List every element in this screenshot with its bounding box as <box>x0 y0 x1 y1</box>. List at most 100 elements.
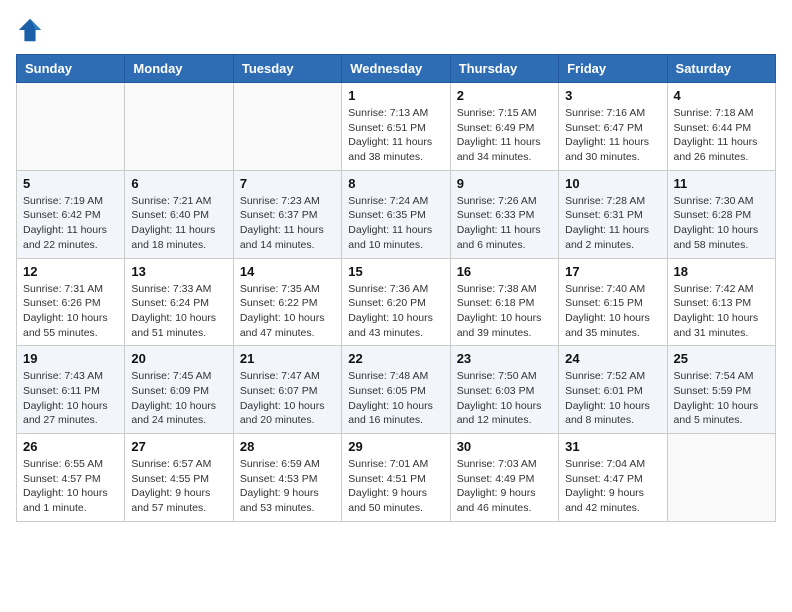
day-number: 2 <box>457 88 552 103</box>
day-number: 8 <box>348 176 443 191</box>
page-header <box>16 16 776 44</box>
calendar-cell: 2 Sunrise: 7:15 AM Sunset: 6:49 PM Daylig… <box>450 83 558 171</box>
calendar-cell <box>667 434 775 522</box>
day-info: Sunrise: 7:15 AM Sunset: 6:49 PM Dayligh… <box>457 106 552 165</box>
calendar-cell <box>125 83 233 171</box>
calendar-cell: 26Sunrise: 6:55 AM Sunset: 4:57 PM Dayli… <box>17 434 125 522</box>
day-number: 11 <box>674 176 769 191</box>
day-info: Sunrise: 7:40 AM Sunset: 6:15 PM Dayligh… <box>565 282 660 341</box>
day-number: 26 <box>23 439 118 454</box>
day-info: Sunrise: 7:33 AM Sunset: 6:24 PM Dayligh… <box>131 282 226 341</box>
calendar-header-row: SundayMondayTuesdayWednesdayThursdayFrid… <box>17 55 776 83</box>
logo <box>16 16 48 44</box>
calendar-cell: 9 Sunrise: 7:26 AM Sunset: 6:33 PM Daylig… <box>450 170 558 258</box>
day-info: Sunrise: 7:23 AM Sunset: 6:37 PM Dayligh… <box>240 194 335 253</box>
day-info: Sunrise: 7:28 AM Sunset: 6:31 PM Dayligh… <box>565 194 660 253</box>
calendar-cell: 28 Sunrise: 6:59 AM Sunset: 4:53 PM Dayli… <box>233 434 341 522</box>
day-info: Sunrise: 6:57 AM Sunset: 4:55 PM Dayligh… <box>131 457 226 516</box>
calendar-cell: 4Sunrise: 7:18 AM Sunset: 6:44 PM Daylig… <box>667 83 775 171</box>
calendar-cell: 18 Sunrise: 7:42 AM Sunset: 6:13 PM Dayli… <box>667 258 775 346</box>
calendar-cell: 5 Sunrise: 7:19 AM Sunset: 6:42 PM Daylig… <box>17 170 125 258</box>
calendar-cell: 31 Sunrise: 7:04 AM Sunset: 4:47 PM Dayli… <box>559 434 667 522</box>
day-info: Sunrise: 7:21 AM Sunset: 6:40 PM Dayligh… <box>131 194 226 253</box>
day-number: 7 <box>240 176 335 191</box>
calendar-cell: 3 Sunrise: 7:16 AM Sunset: 6:47 PM Daylig… <box>559 83 667 171</box>
day-info: Sunrise: 6:59 AM Sunset: 4:53 PM Dayligh… <box>240 457 335 516</box>
day-number: 1 <box>348 88 443 103</box>
day-header-monday: Monday <box>125 55 233 83</box>
calendar-table: SundayMondayTuesdayWednesdayThursdayFrid… <box>16 54 776 522</box>
day-header-friday: Friday <box>559 55 667 83</box>
calendar-cell: 29 Sunrise: 7:01 AM Sunset: 4:51 PM Dayli… <box>342 434 450 522</box>
day-info: Sunrise: 7:19 AM Sunset: 6:42 PM Dayligh… <box>23 194 118 253</box>
calendar-cell: 15 Sunrise: 7:36 AM Sunset: 6:20 PM Dayli… <box>342 258 450 346</box>
calendar-cell: 14 Sunrise: 7:35 AM Sunset: 6:22 PM Dayli… <box>233 258 341 346</box>
calendar-cell: 22 Sunrise: 7:48 AM Sunset: 6:05 PM Dayli… <box>342 346 450 434</box>
day-info: Sunrise: 7:36 AM Sunset: 6:20 PM Dayligh… <box>348 282 443 341</box>
day-info: Sunrise: 7:47 AM Sunset: 6:07 PM Dayligh… <box>240 369 335 428</box>
day-number: 31 <box>565 439 660 454</box>
day-header-tuesday: Tuesday <box>233 55 341 83</box>
day-number: 12 <box>23 264 118 279</box>
day-header-saturday: Saturday <box>667 55 775 83</box>
calendar-cell: 16 Sunrise: 7:38 AM Sunset: 6:18 PM Dayli… <box>450 258 558 346</box>
calendar-cell: 27Sunrise: 6:57 AM Sunset: 4:55 PM Dayli… <box>125 434 233 522</box>
day-info: Sunrise: 7:03 AM Sunset: 4:49 PM Dayligh… <box>457 457 552 516</box>
day-number: 25 <box>674 351 769 366</box>
day-number: 24 <box>565 351 660 366</box>
day-number: 14 <box>240 264 335 279</box>
day-number: 28 <box>240 439 335 454</box>
day-info: Sunrise: 7:48 AM Sunset: 6:05 PM Dayligh… <box>348 369 443 428</box>
day-number: 20 <box>131 351 226 366</box>
day-info: Sunrise: 7:38 AM Sunset: 6:18 PM Dayligh… <box>457 282 552 341</box>
day-number: 3 <box>565 88 660 103</box>
day-number: 19 <box>23 351 118 366</box>
calendar-week-row: 26Sunrise: 6:55 AM Sunset: 4:57 PM Dayli… <box>17 434 776 522</box>
day-number: 5 <box>23 176 118 191</box>
day-header-wednesday: Wednesday <box>342 55 450 83</box>
day-number: 30 <box>457 439 552 454</box>
calendar-cell: 24 Sunrise: 7:52 AM Sunset: 6:01 PM Dayli… <box>559 346 667 434</box>
day-info: Sunrise: 7:04 AM Sunset: 4:47 PM Dayligh… <box>565 457 660 516</box>
calendar-cell: 23 Sunrise: 7:50 AM Sunset: 6:03 PM Dayli… <box>450 346 558 434</box>
day-number: 21 <box>240 351 335 366</box>
calendar-week-row: 19 Sunrise: 7:43 AM Sunset: 6:11 PM Dayli… <box>17 346 776 434</box>
calendar-cell: 12 Sunrise: 7:31 AM Sunset: 6:26 PM Dayli… <box>17 258 125 346</box>
calendar-week-row: 5 Sunrise: 7:19 AM Sunset: 6:42 PM Daylig… <box>17 170 776 258</box>
day-info: Sunrise: 7:31 AM Sunset: 6:26 PM Dayligh… <box>23 282 118 341</box>
day-info: Sunrise: 7:26 AM Sunset: 6:33 PM Dayligh… <box>457 194 552 253</box>
day-info: Sunrise: 7:30 AM Sunset: 6:28 PM Dayligh… <box>674 194 769 253</box>
calendar-cell: 11 Sunrise: 7:30 AM Sunset: 6:28 PM Dayli… <box>667 170 775 258</box>
day-number: 18 <box>674 264 769 279</box>
calendar-cell: 6 Sunrise: 7:21 AM Sunset: 6:40 PM Daylig… <box>125 170 233 258</box>
day-number: 13 <box>131 264 226 279</box>
day-number: 10 <box>565 176 660 191</box>
day-info: Sunrise: 7:16 AM Sunset: 6:47 PM Dayligh… <box>565 106 660 165</box>
calendar-cell: 1Sunrise: 7:13 AM Sunset: 6:51 PM Daylig… <box>342 83 450 171</box>
day-number: 16 <box>457 264 552 279</box>
day-number: 9 <box>457 176 552 191</box>
day-info: Sunrise: 7:42 AM Sunset: 6:13 PM Dayligh… <box>674 282 769 341</box>
calendar-cell: 19 Sunrise: 7:43 AM Sunset: 6:11 PM Dayli… <box>17 346 125 434</box>
day-info: Sunrise: 7:01 AM Sunset: 4:51 PM Dayligh… <box>348 457 443 516</box>
day-info: Sunrise: 7:50 AM Sunset: 6:03 PM Dayligh… <box>457 369 552 428</box>
day-info: Sunrise: 7:52 AM Sunset: 6:01 PM Dayligh… <box>565 369 660 428</box>
calendar-week-row: 12 Sunrise: 7:31 AM Sunset: 6:26 PM Dayli… <box>17 258 776 346</box>
logo-icon <box>16 16 44 44</box>
calendar-cell: 8Sunrise: 7:24 AM Sunset: 6:35 PM Daylig… <box>342 170 450 258</box>
day-number: 23 <box>457 351 552 366</box>
day-number: 6 <box>131 176 226 191</box>
day-header-sunday: Sunday <box>17 55 125 83</box>
day-header-thursday: Thursday <box>450 55 558 83</box>
day-info: Sunrise: 7:45 AM Sunset: 6:09 PM Dayligh… <box>131 369 226 428</box>
calendar-week-row: 1Sunrise: 7:13 AM Sunset: 6:51 PM Daylig… <box>17 83 776 171</box>
day-number: 4 <box>674 88 769 103</box>
day-number: 15 <box>348 264 443 279</box>
day-info: Sunrise: 7:35 AM Sunset: 6:22 PM Dayligh… <box>240 282 335 341</box>
calendar-cell: 21 Sunrise: 7:47 AM Sunset: 6:07 PM Dayli… <box>233 346 341 434</box>
day-number: 29 <box>348 439 443 454</box>
calendar-cell: 13 Sunrise: 7:33 AM Sunset: 6:24 PM Dayli… <box>125 258 233 346</box>
day-info: Sunrise: 7:54 AM Sunset: 5:59 PM Dayligh… <box>674 369 769 428</box>
day-info: Sunrise: 7:43 AM Sunset: 6:11 PM Dayligh… <box>23 369 118 428</box>
day-number: 22 <box>348 351 443 366</box>
